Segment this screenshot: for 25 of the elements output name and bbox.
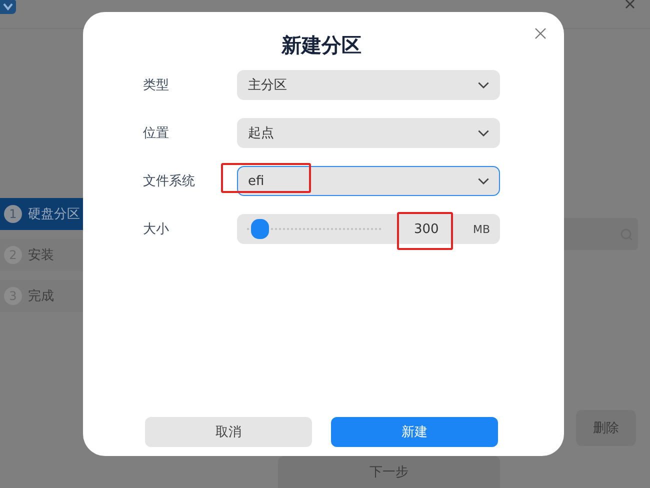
dropdown[interactable]: efi bbox=[237, 166, 500, 196]
field-label: 位置 bbox=[143, 125, 170, 142]
caret-icon bbox=[478, 130, 489, 136]
field-label: 文件系统 bbox=[143, 173, 196, 190]
unit-label: MB bbox=[472, 222, 490, 236]
step-item[interactable]: 1 硬盘分区 bbox=[0, 198, 84, 230]
field-label: 类型 bbox=[143, 77, 170, 94]
dropdown[interactable]: 起点 bbox=[237, 118, 500, 148]
caret-icon bbox=[478, 82, 489, 88]
dialog-title: 新建分区 bbox=[280, 32, 362, 59]
create-button[interactable]: 新建 bbox=[331, 417, 498, 447]
step-label: 安装 bbox=[28, 247, 54, 264]
size-value[interactable]: 300 bbox=[414, 222, 439, 236]
dropdown[interactable]: 主分区 bbox=[237, 70, 500, 100]
step-label: 硬盘分区 bbox=[28, 206, 80, 223]
close-icon[interactable] bbox=[535, 28, 546, 39]
app-icon bbox=[0, 0, 16, 14]
step-number: 1 bbox=[4, 205, 22, 223]
delete-button[interactable]: 删除 bbox=[576, 410, 636, 446]
field-label: 大小 bbox=[143, 221, 170, 238]
next-button[interactable]: 下一步 bbox=[278, 456, 500, 488]
cancel-button[interactable]: 取消 bbox=[145, 417, 312, 447]
step-label: 完成 bbox=[28, 288, 54, 305]
caret-icon bbox=[478, 178, 489, 184]
slider-thumb[interactable] bbox=[251, 219, 270, 239]
